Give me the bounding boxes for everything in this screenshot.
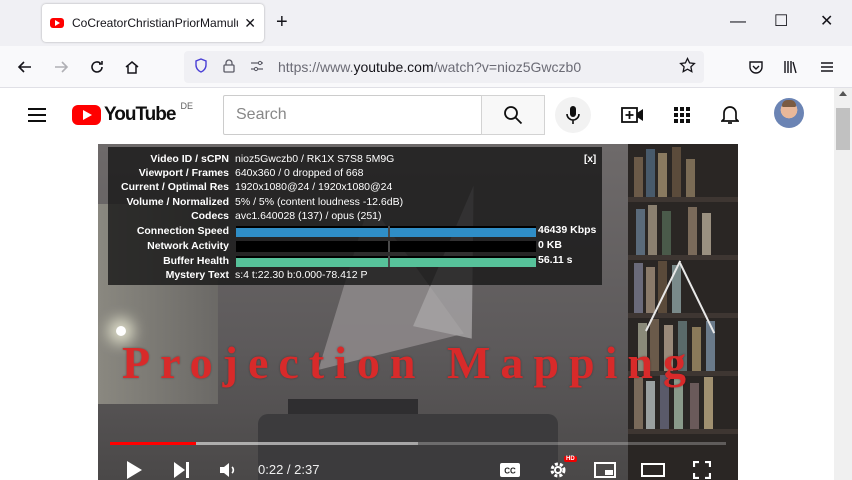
search-input[interactable]: Search xyxy=(223,95,482,135)
theater-mode-button[interactable] xyxy=(640,458,666,480)
close-window-button[interactable]: ✕ xyxy=(820,12,833,32)
scrollbar-thumb[interactable] xyxy=(836,108,850,150)
notifications-button[interactable] xyxy=(717,102,743,128)
home-button[interactable] xyxy=(121,56,143,78)
connection-speed-graph xyxy=(236,226,536,237)
bookshelf xyxy=(628,144,738,480)
hamburger-menu-icon xyxy=(821,62,833,72)
connection-speed-value: 46439 Kbps xyxy=(538,224,597,236)
forward-arrow-icon xyxy=(55,61,69,73)
tab-close-icon[interactable]: ✕ xyxy=(244,15,256,32)
maximize-button[interactable]: ☐ xyxy=(774,12,788,32)
graph-key-buffer-health: Buffer Health xyxy=(163,255,229,267)
browser-tab-bar: CoCreatorChristianPriorMamulu ✕ + — ☐ ✕ xyxy=(0,0,852,46)
hd-badge: HD xyxy=(564,456,577,462)
subtitles-button[interactable]: CC xyxy=(498,458,522,480)
reload-button[interactable] xyxy=(86,56,108,78)
avatar[interactable] xyxy=(774,98,804,128)
permissions-icon[interactable] xyxy=(246,59,268,75)
stats-close-button[interactable]: [x] xyxy=(584,154,596,165)
browser-tab[interactable]: CoCreatorChristianPriorMamulu ✕ xyxy=(42,4,264,42)
buffer-health-value: 56.11 s xyxy=(538,254,573,266)
stat-value: 5% / 5% (content loudness -12.6dB) xyxy=(235,196,404,208)
search-icon xyxy=(504,106,523,125)
stat-key: Video ID / sCPN xyxy=(150,153,229,165)
reload-icon xyxy=(91,61,103,73)
fullscreen-button[interactable] xyxy=(690,458,714,480)
library-icon xyxy=(784,61,797,74)
buffer-health-graph xyxy=(236,256,536,267)
stat-value: 1920x1080@24 / 1920x1080@24 xyxy=(235,181,393,193)
guide-menu-icon[interactable] xyxy=(28,108,46,122)
miniplayer-button[interactable] xyxy=(592,458,618,480)
home-icon xyxy=(125,61,139,74)
youtube-play-logo-icon xyxy=(72,105,101,125)
bell-icon xyxy=(721,106,739,124)
stat-key: Codecs xyxy=(191,210,229,222)
graph-key-connection-speed: Connection Speed xyxy=(136,225,229,237)
browser-nav-bar: https://www.youtube.com/watch?v=nioz5Gwc… xyxy=(0,46,852,88)
create-video-icon xyxy=(621,107,643,123)
video-overlay-title: Projection Mapping xyxy=(122,337,696,388)
fullscreen-icon xyxy=(693,461,711,479)
stat-value: nioz5Gwczb0 / RK1X S7S8 5M9G xyxy=(235,153,395,165)
progress-played xyxy=(110,442,197,445)
minimize-button[interactable]: — xyxy=(730,12,746,32)
pocket-icon xyxy=(749,61,763,74)
back-button[interactable] xyxy=(14,56,36,78)
graph-key-network-activity: Network Activity xyxy=(147,240,229,252)
network-activity-value: 0 KB xyxy=(538,239,562,251)
play-icon xyxy=(127,461,142,479)
svg-text:CC: CC xyxy=(504,467,516,476)
stat-key: Current / Optimal Res xyxy=(121,181,229,193)
network-activity-graph xyxy=(236,241,536,252)
scroll-up-icon[interactable] xyxy=(839,91,847,96)
progress-bar[interactable] xyxy=(110,442,726,445)
miniplayer-icon xyxy=(594,462,616,478)
library-button[interactable] xyxy=(780,56,802,78)
url-bar[interactable]: https://www.youtube.com/watch?v=nioz5Gwc… xyxy=(184,51,704,83)
stat-value: 640x360 / 0 dropped of 668 xyxy=(235,167,364,179)
bookmark-star-icon[interactable] xyxy=(679,56,696,79)
new-tab-button[interactable]: + xyxy=(276,12,288,32)
gear-icon xyxy=(550,462,566,478)
stat-value: s:4 t:22.30 b:0.000-78.412 P xyxy=(235,269,368,281)
stat-key: Viewport / Frames xyxy=(138,167,229,179)
time-display: 0:22 / 2:37 xyxy=(258,462,320,477)
apps-button[interactable] xyxy=(669,102,695,128)
menu-button[interactable] xyxy=(816,56,838,78)
play-button[interactable] xyxy=(122,458,146,480)
youtube-masthead: YouTube DE Search xyxy=(0,88,834,144)
volume-icon xyxy=(220,463,235,477)
country-code: DE xyxy=(180,101,193,111)
forward-button[interactable] xyxy=(50,56,72,78)
page-scrollbar[interactable] xyxy=(834,88,852,480)
pocket-button[interactable] xyxy=(745,56,767,78)
logo-text: YouTube xyxy=(104,104,176,125)
youtube-logo[interactable]: YouTube DE xyxy=(72,101,193,126)
theater-mode-icon xyxy=(641,463,665,477)
search-button[interactable] xyxy=(481,95,545,135)
create-video-button[interactable] xyxy=(620,102,646,128)
stat-key: Mystery Text xyxy=(165,269,229,281)
url-text[interactable]: https://www.youtube.com/watch?v=nioz5Gwc… xyxy=(278,59,581,75)
tab-title: CoCreatorChristianPriorMamulu xyxy=(72,16,239,30)
stat-key: Volume / Normalized xyxy=(126,196,230,208)
youtube-favicon-icon xyxy=(50,18,64,28)
voice-search-button[interactable] xyxy=(555,97,591,133)
stat-value: avc1.640028 (137) / opus (251) xyxy=(235,210,382,222)
lock-icon[interactable] xyxy=(218,58,240,76)
apps-grid-icon xyxy=(674,107,690,123)
closed-captions-icon: CC xyxy=(500,463,520,477)
video-player[interactable]: Projection Mapping Video ID / sCPN nioz5G… xyxy=(98,144,738,480)
volume-button[interactable] xyxy=(216,458,240,480)
microphone-icon xyxy=(566,106,580,124)
skip-next-icon xyxy=(174,462,189,478)
stats-for-nerds-panel: Video ID / sCPN nioz5Gwczb0 / RK1X S7S8 5… xyxy=(108,147,602,285)
back-arrow-icon xyxy=(17,61,31,73)
tracking-protection-shield-icon[interactable] xyxy=(190,58,212,76)
lamp-glow xyxy=(116,326,126,336)
next-button[interactable] xyxy=(170,458,194,480)
